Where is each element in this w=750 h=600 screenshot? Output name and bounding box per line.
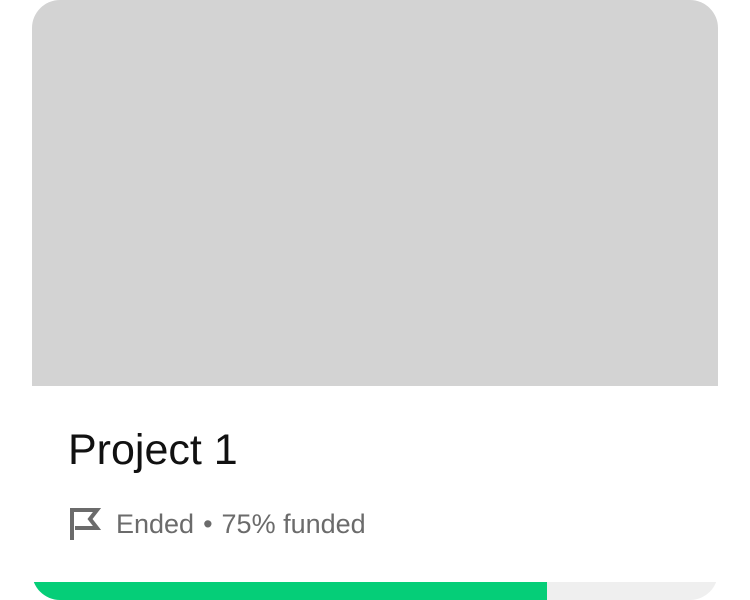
project-status-line: Ended • 75% funded <box>68 504 366 544</box>
separator-dot: • <box>203 508 213 539</box>
project-title[interactable]: Project 1 <box>68 424 238 476</box>
project-thumbnail[interactable] <box>32 0 718 386</box>
status-text: Ended <box>116 508 195 539</box>
flag-icon <box>68 506 102 542</box>
funding-progress-bar <box>32 582 718 600</box>
funding-progress-fill <box>32 582 547 600</box>
funded-text: 75% funded <box>221 508 366 539</box>
project-card[interactable]: Project 1 Ended • 75% funded <box>32 0 718 600</box>
